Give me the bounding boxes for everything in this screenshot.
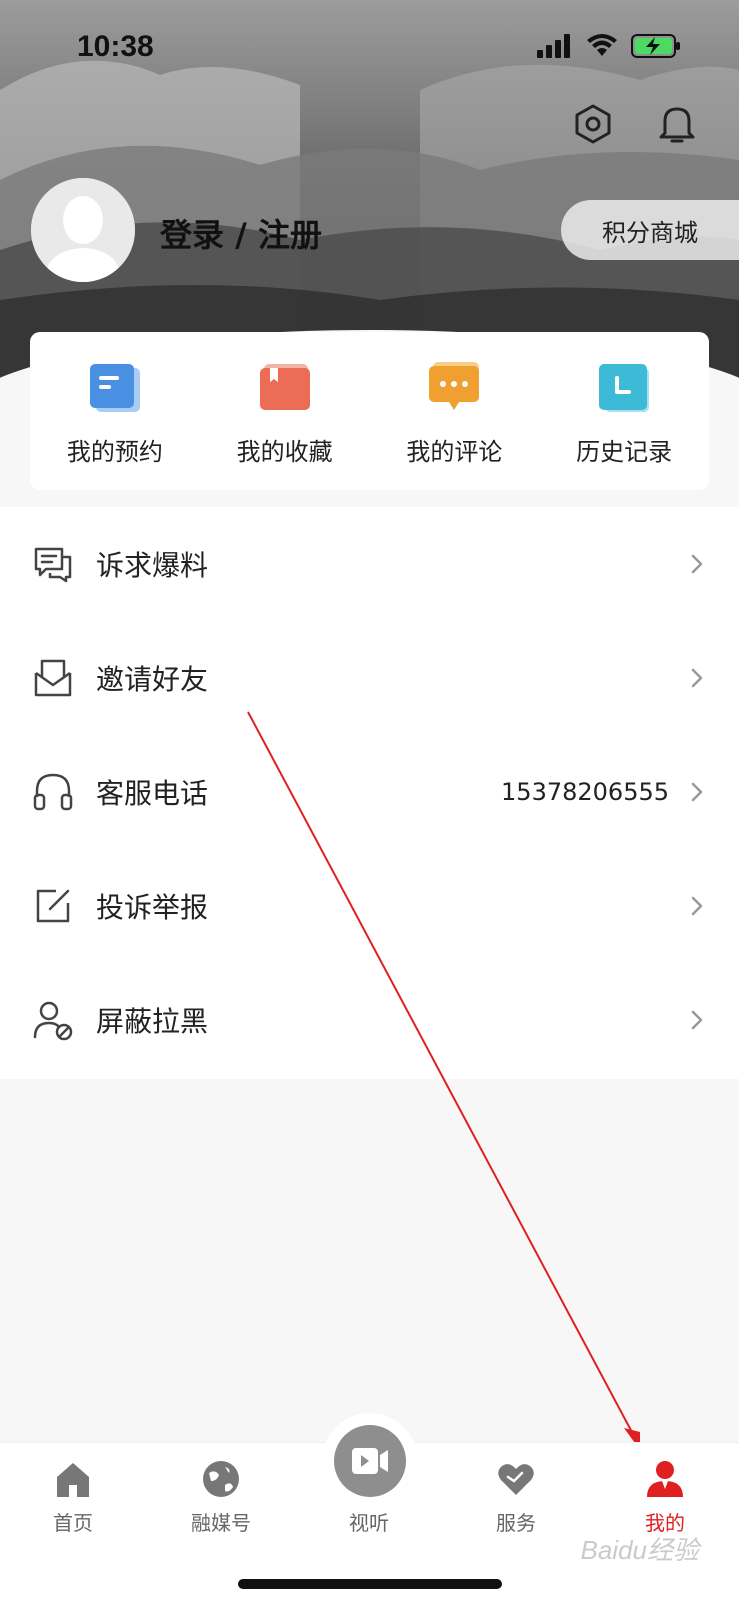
bookmark-book-icon xyxy=(259,364,310,410)
bell-icon xyxy=(659,107,695,143)
chevron-right-icon xyxy=(691,782,703,802)
globe-icon xyxy=(203,1461,239,1497)
chevron-right-icon xyxy=(691,668,703,688)
comment-bubble-icon xyxy=(429,362,480,410)
envelope-icon xyxy=(34,659,72,697)
chevron-right-icon xyxy=(691,1010,703,1030)
tab-services[interactable]: 服务 xyxy=(461,1459,571,1536)
quick-item-favorites[interactable]: 我的收藏 xyxy=(200,332,370,490)
settings-hexagon-icon xyxy=(575,104,611,144)
menu-item-invite[interactable]: 邀请好友 xyxy=(0,621,739,735)
cellular-signal-icon xyxy=(537,34,570,58)
menu-item-label: 屏蔽拉黑 xyxy=(96,1005,209,1038)
home-icon xyxy=(57,1463,89,1497)
menu-item-label: 投诉举报 xyxy=(96,891,209,924)
points-mall-button[interactable]: 积分商城 xyxy=(561,200,739,260)
tab-label: 服务 xyxy=(496,1511,536,1535)
watermark-logo: Baidu经验 xyxy=(580,1535,700,1565)
bottom-tab-bar: 首页 融媒号 视听 服务 我的 xyxy=(0,1413,739,1600)
customer-service-phone: 15378206555 xyxy=(501,778,669,806)
tab-home[interactable]: 首页 xyxy=(18,1459,128,1536)
tab-video-button[interactable] xyxy=(334,1425,406,1497)
chevron-right-icon xyxy=(691,554,703,574)
wifi-icon xyxy=(587,34,617,56)
menu-item-block[interactable]: 屏蔽拉黑 xyxy=(0,963,739,1077)
status-icons xyxy=(537,34,681,58)
status-bar: 10:38 xyxy=(0,0,739,100)
settings-button[interactable] xyxy=(571,102,615,146)
quick-item-label: 我的评论 xyxy=(406,438,503,466)
heart-icon xyxy=(498,1464,534,1495)
quick-item-label: 我的预约 xyxy=(66,438,163,466)
quick-actions-card: 我的预约 我的收藏 我的评论 历史记录 xyxy=(30,332,709,490)
tab-video[interactable]: 视听 xyxy=(314,1507,424,1536)
tab-mine[interactable]: 我的 xyxy=(610,1459,720,1536)
edit-icon xyxy=(36,889,70,923)
default-avatar-icon xyxy=(31,178,135,282)
battery-charging-icon xyxy=(631,34,680,58)
chat-report-icon xyxy=(34,547,72,583)
person-icon xyxy=(647,1461,683,1497)
calendar-doc-icon xyxy=(89,364,140,412)
menu-item-label: 邀请好友 xyxy=(96,663,209,696)
headset-icon xyxy=(33,773,73,811)
quick-item-label: 我的收藏 xyxy=(236,438,333,466)
menu-list: 诉求爆料 邀请好友 客服电话 15378206555 投诉举报 屏蔽拉黑 xyxy=(0,507,739,1079)
quick-item-label: 历史记录 xyxy=(576,438,673,466)
video-play-icon xyxy=(352,1448,388,1474)
quick-item-comments[interactable]: 我的评论 xyxy=(370,332,540,490)
quick-item-appointments[interactable]: 我的预约 xyxy=(30,332,200,490)
quick-item-history[interactable]: 历史记录 xyxy=(539,332,709,490)
menu-item-label: 客服电话 xyxy=(96,777,209,810)
menu-item-complaint[interactable]: 投诉举报 xyxy=(0,849,739,963)
header-actions xyxy=(571,102,699,146)
login-register-link[interactable]: 登录 / 注册 xyxy=(160,210,322,256)
tab-label: 首页 xyxy=(53,1511,93,1535)
notification-button[interactable] xyxy=(655,102,699,146)
menu-item-report[interactable]: 诉求爆料 xyxy=(0,507,739,621)
status-time: 10:38 xyxy=(77,30,154,63)
tab-label: 融媒号 xyxy=(191,1511,251,1535)
user-block-icon xyxy=(33,1001,73,1041)
tab-media[interactable]: 融媒号 xyxy=(166,1459,276,1536)
home-indicator xyxy=(238,1579,502,1589)
history-clock-icon xyxy=(599,364,650,412)
tab-label: 视听 xyxy=(349,1511,389,1535)
menu-item-customer-service[interactable]: 客服电话 15378206555 xyxy=(0,735,739,849)
chevron-right-icon xyxy=(691,896,703,916)
menu-item-label: 诉求爆料 xyxy=(96,549,209,582)
avatar[interactable] xyxy=(31,178,135,282)
